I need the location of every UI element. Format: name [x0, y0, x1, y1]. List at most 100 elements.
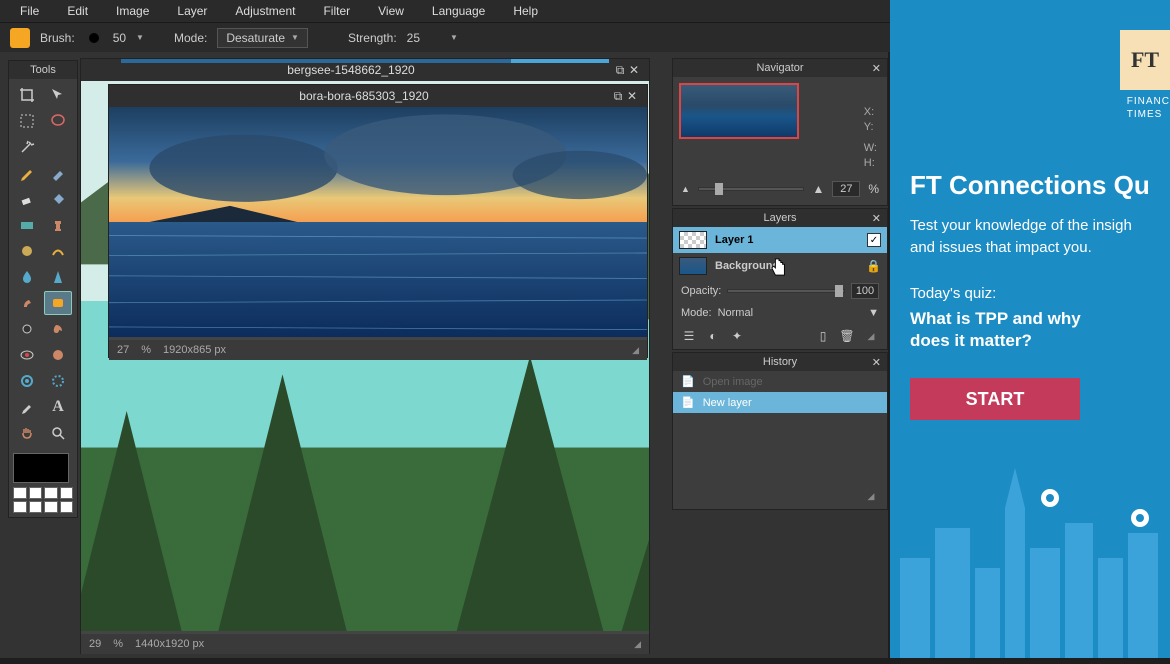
strength-dropdown-icon[interactable]: ▼ — [450, 33, 458, 42]
gradient-tool-icon[interactable] — [13, 213, 41, 237]
sharpen-tool-icon[interactable] — [44, 265, 72, 289]
pinch-tool-icon[interactable] — [44, 369, 72, 393]
marquee-tool-icon[interactable] — [13, 109, 41, 133]
swatch[interactable] — [44, 487, 58, 499]
close-icon[interactable]: ✕ — [872, 62, 881, 75]
menu-file[interactable]: File — [6, 1, 53, 21]
menu-edit[interactable]: Edit — [53, 1, 102, 21]
menu-view[interactable]: View — [364, 1, 418, 21]
close-icon[interactable]: ✕ — [627, 63, 641, 77]
start-button[interactable]: START — [910, 378, 1080, 420]
layer-row[interactable]: Layer 1 ✓ — [673, 227, 887, 253]
history-item[interactable]: 📄 Open image — [673, 371, 887, 392]
foreground-color-swatch[interactable] — [13, 453, 69, 483]
layer-settings-icon[interactable]: ☰ — [679, 327, 699, 345]
canvas-titlebar[interactable]: bora-bora-685303_1920 ⧉ ✕ — [109, 85, 647, 107]
zoom-in-icon[interactable]: ▲ — [812, 182, 824, 196]
move-tool-icon[interactable] — [44, 83, 72, 107]
layer-name[interactable]: Background — [715, 260, 858, 272]
ft-logo: FT — [1120, 30, 1170, 90]
brush-tool-icon[interactable] — [44, 161, 72, 185]
close-icon[interactable]: ✕ — [625, 89, 639, 103]
layer-visibility-checkbox[interactable]: ✓ — [867, 233, 881, 247]
history-panel: History ✕ 📄 Open image 📄 New layer ◢ — [672, 352, 888, 510]
slider-thumb[interactable] — [835, 285, 843, 297]
maximize-icon[interactable]: ⧉ — [611, 89, 625, 103]
opacity-input[interactable] — [851, 283, 879, 299]
brush-size-dropdown-icon[interactable]: ▼ — [136, 33, 144, 42]
dodge-tool-icon[interactable] — [13, 317, 41, 341]
zoom-tool-icon[interactable] — [44, 421, 72, 445]
spot-heal-tool-icon[interactable] — [44, 343, 72, 367]
menu-language[interactable]: Language — [418, 1, 499, 21]
slider-thumb[interactable] — [715, 183, 723, 195]
bucket-tool-icon[interactable] — [44, 187, 72, 211]
mode-dropdown[interactable]: Desaturate ▼ — [217, 28, 308, 48]
maximize-icon[interactable]: ⧉ — [613, 63, 627, 77]
layers-header[interactable]: Layers ✕ — [673, 209, 887, 227]
brush-size-value[interactable]: 50 — [113, 31, 126, 45]
swatch[interactable] — [60, 501, 74, 513]
navigator-thumbnail[interactable] — [679, 83, 799, 139]
menu-layer[interactable]: Layer — [163, 1, 221, 21]
lasso-tool-icon[interactable] — [44, 109, 72, 133]
delete-layer-icon[interactable]: 🗑 — [837, 327, 857, 345]
eyedropper-tool-icon[interactable] — [13, 395, 41, 419]
wand-tool-icon[interactable] — [13, 135, 41, 159]
menu-filter[interactable]: Filter — [309, 1, 364, 21]
navigator-header[interactable]: Navigator ✕ — [673, 59, 887, 77]
swatch[interactable] — [44, 501, 58, 513]
menu-image[interactable]: Image — [102, 1, 163, 21]
hand-tool-icon[interactable] — [13, 421, 41, 445]
menu-help[interactable]: Help — [499, 1, 552, 21]
progress-bar — [121, 59, 609, 63]
resize-grip-icon[interactable]: ◢ — [632, 345, 639, 356]
stamp-tool-icon[interactable] — [44, 213, 72, 237]
history-item[interactable]: 📄 New layer — [673, 392, 887, 413]
eraser-tool-icon[interactable] — [13, 187, 41, 211]
swatch[interactable] — [13, 487, 27, 499]
swatch[interactable] — [29, 487, 43, 499]
drawing-tool-icon[interactable] — [44, 239, 72, 263]
resize-grip-icon[interactable]: ◢ — [861, 487, 881, 505]
blend-mode-value: Normal — [718, 307, 753, 319]
resize-grip-icon[interactable]: ◢ — [634, 639, 641, 650]
canvas-body[interactable]: 27 % 1920x865 px ◢ — [109, 107, 647, 357]
swatch[interactable] — [13, 501, 27, 513]
canvas-window-bora[interactable]: bora-bora-685303_1920 ⧉ ✕ — [108, 84, 648, 358]
layer-name[interactable]: Layer 1 — [715, 234, 859, 246]
smudge-tool-icon[interactable] — [13, 291, 41, 315]
resize-grip-icon[interactable]: ◢ — [861, 327, 881, 345]
chevron-down-icon[interactable]: ▼ — [868, 307, 879, 319]
zoom-input[interactable] — [832, 181, 860, 197]
strength-value[interactable]: 25 — [407, 31, 420, 45]
type-tool-icon[interactable]: A — [44, 395, 72, 419]
blend-mode-dropdown[interactable]: Normal — [718, 307, 863, 319]
crop-tool-icon[interactable] — [13, 83, 41, 107]
layer-styles-icon[interactable]: ✦ — [727, 327, 747, 345]
opacity-slider[interactable] — [727, 289, 845, 293]
sponge-tool-icon[interactable] — [44, 291, 72, 315]
blur-tool-icon[interactable] — [13, 265, 41, 289]
zoom-slider-track[interactable] — [698, 187, 805, 191]
bloat-tool-icon[interactable] — [13, 369, 41, 393]
redeye-tool-icon[interactable] — [13, 343, 41, 367]
swatch[interactable] — [29, 501, 43, 513]
layer-row[interactable]: Background 🔒 — [673, 253, 887, 279]
swatch[interactable] — [60, 487, 74, 499]
close-icon[interactable]: ✕ — [872, 212, 881, 225]
zoom-out-icon[interactable]: ▲ — [681, 184, 690, 194]
canvas-titlebar[interactable]: bergsee-1548662_1920 ⧉ ✕ — [81, 59, 649, 81]
color-swatches — [9, 449, 77, 517]
layer-thumbnail — [679, 257, 707, 275]
canvas-statusbar: 29 % 1440x1920 px ◢ — [81, 634, 649, 654]
layer-mask-icon[interactable]: ◐ — [703, 327, 723, 345]
menu-adjustment[interactable]: Adjustment — [221, 1, 309, 21]
history-header[interactable]: History ✕ — [673, 353, 887, 371]
zoom-value: 29 — [89, 638, 101, 650]
replace-color-tool-icon[interactable] — [13, 239, 41, 263]
new-layer-icon[interactable]: ▯ — [813, 327, 833, 345]
close-icon[interactable]: ✕ — [872, 356, 881, 369]
burn-tool-icon[interactable] — [44, 317, 72, 341]
pencil-tool-icon[interactable] — [13, 161, 41, 185]
